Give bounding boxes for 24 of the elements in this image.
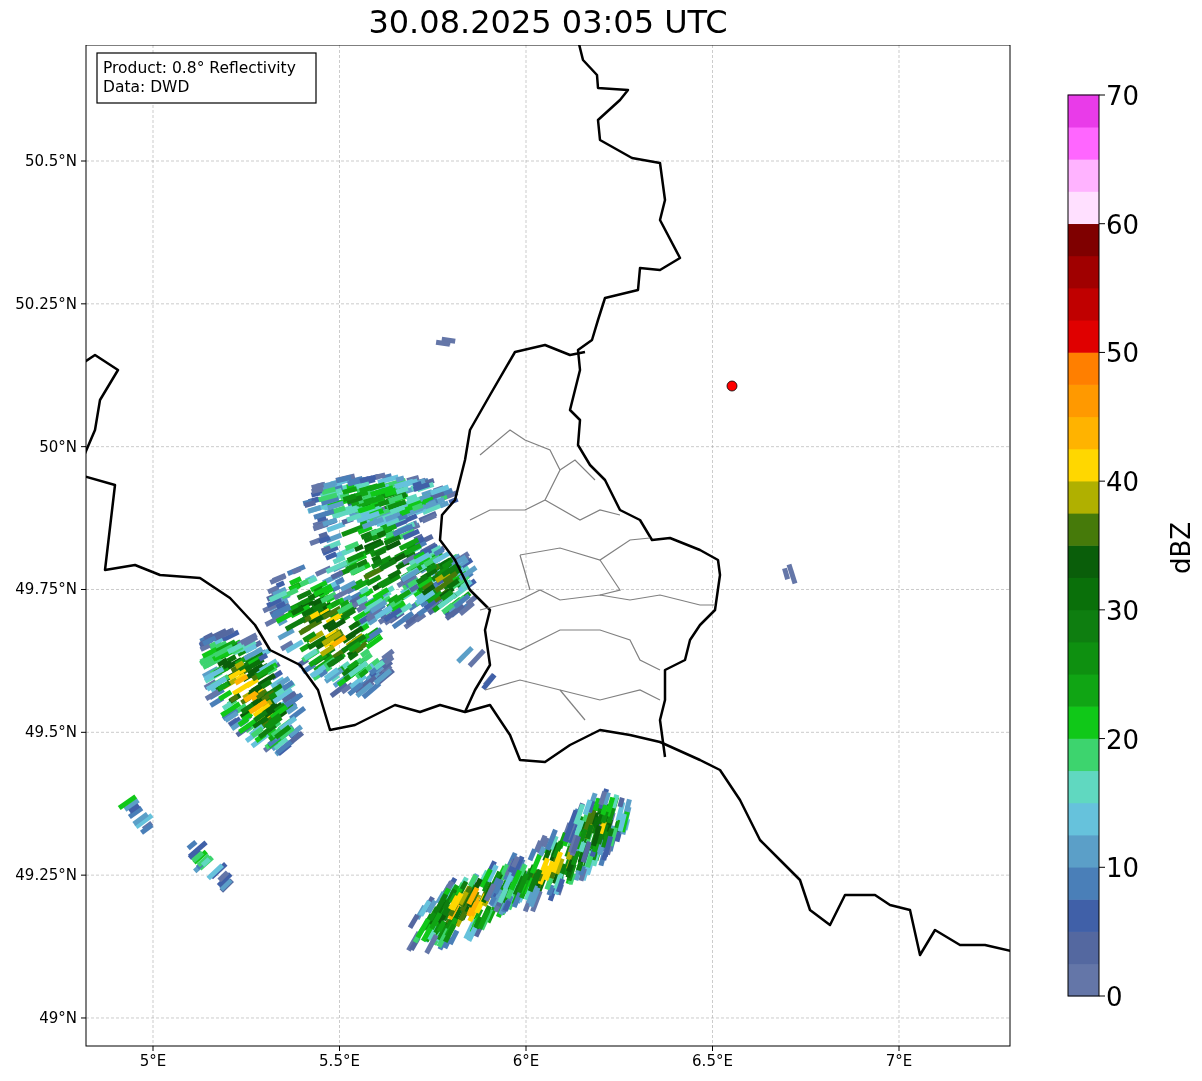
info-text: Data: DWD [103, 78, 190, 96]
colorbar-tick-label: 50 [1106, 338, 1140, 369]
axis-tick-label: 50°N [39, 437, 77, 456]
axis-tick-label: 49.25°N [15, 866, 77, 885]
colorbar-tick-label: 10 [1106, 853, 1140, 884]
axis-tick-label: 49.75°N [15, 580, 77, 599]
colorbar-tick-label: 0 [1106, 982, 1123, 1012]
axis-tick-label: 5.5°E [319, 1052, 360, 1070]
axis-tick-label: 5°E [139, 1052, 167, 1070]
axis-tick-label: 6°E [512, 1052, 540, 1070]
colorbar-label: dBZ [1166, 521, 1196, 575]
colorbar-tick-label: 70 [1106, 81, 1140, 111]
axis-tick-label: 6.5°E [692, 1052, 733, 1070]
axis-tick-label: 49°N [39, 1009, 77, 1027]
colorbar-tick-label: 30 [1106, 595, 1140, 626]
info-text: Product: 0.8° Reflectivity [103, 59, 296, 77]
axis-tick-label: 50.25°N [15, 294, 77, 313]
colorbar-tick-label: 40 [1106, 467, 1140, 498]
axis-tick-label: 49.5°N [24, 723, 77, 742]
colorbar-tick-label: 60 [1106, 209, 1140, 240]
axis-tick-label: 50.5°N [24, 152, 77, 170]
colorbar-tick-label: 20 [1106, 724, 1140, 755]
axis-tick-label: 7°E [885, 1052, 913, 1070]
plot-title: 30.08.2025 03:05 UTC [367, 2, 729, 43]
